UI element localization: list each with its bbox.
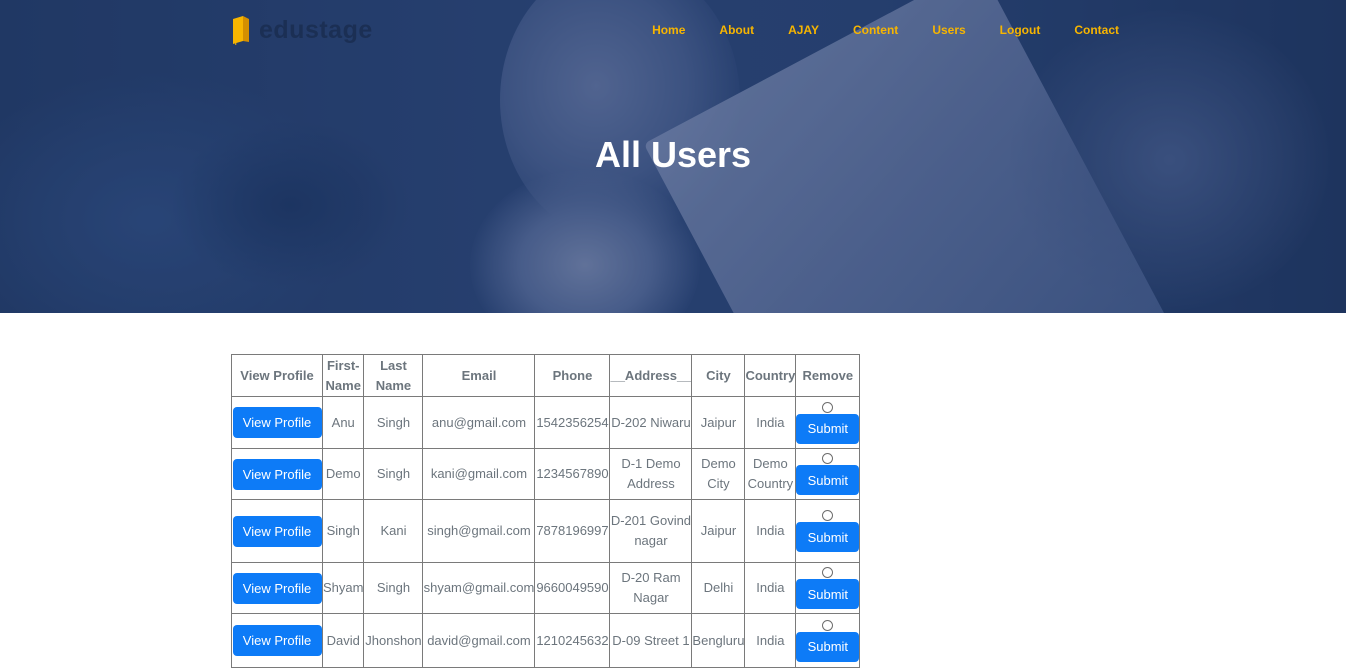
city-cell: Delhi [691,562,746,614]
email-cell: singh@gmail.com [422,499,536,563]
view-profile-button[interactable]: View Profile [232,625,322,656]
remove-cell: Submit [795,396,861,449]
phone-cell: 1234567890 [534,448,611,500]
col-header-last-name: Last Name [363,354,424,397]
phone-cell: 1210245632 [534,613,611,668]
submit-button[interactable]: Submit [796,631,860,662]
city-cell: Bengluru [691,613,746,668]
submit-button[interactable]: Submit [796,522,860,552]
table-row: View Profile Singh Kani singh@gmail.com … [231,499,861,563]
address-cell: D-09 Street 1 [609,613,693,668]
submit-button[interactable]: Submit [796,465,860,495]
remove-cell: Submit [795,613,861,668]
brand-name: edustage [259,15,373,44]
last-name-cell: Singh [363,396,424,449]
remove-cell: Submit [795,562,861,614]
view-profile-button[interactable]: View Profile [232,515,322,547]
view-profile-button[interactable]: View Profile [232,458,322,490]
email-cell: david@gmail.com [422,613,536,668]
phone-cell: 1542356254 [534,396,611,449]
phone-cell: 9660049590 [534,562,611,614]
remove-cell: Submit [795,499,861,563]
remove-radio[interactable] [822,453,834,464]
email-cell: anu@gmail.com [422,396,536,449]
col-header-email: Email [422,354,536,397]
view-cell: View Profile [231,396,323,449]
address-cell: D-1 Demo Address [609,448,693,500]
country-cell: Demo Country [744,448,797,500]
col-header-view-profile: View Profile [231,354,323,397]
email-cell: kani@gmail.com [422,448,536,500]
last-name-cell: Singh [363,448,424,500]
address-cell: D-201 Govind nagar [609,499,693,563]
table-row: View Profile Demo Singh kani@gmail.com 1… [231,448,861,500]
nav-logout[interactable]: Logout [1000,23,1041,37]
submit-button[interactable]: Submit [796,579,860,609]
col-header-address: __Address__ [609,354,693,397]
nav-home[interactable]: Home [652,23,685,37]
address-cell: D-20 Ram Nagar [609,562,693,614]
col-header-city: City [691,354,746,397]
first-name-cell: David [321,613,365,668]
phone-cell: 7878196997 [534,499,611,563]
last-name-cell: Kani [363,499,424,563]
table-row: View Profile Anu Singh anu@gmail.com 154… [231,396,861,449]
city-cell: Demo City [691,448,746,500]
table-header-row: View Profile First-Name Last Name Email … [231,354,861,397]
page-title: All Users [594,134,752,175]
brand-logo[interactable]: edustage [231,15,373,45]
country-cell: India [744,396,797,449]
view-cell: View Profile [231,613,323,668]
city-cell: Jaipur [691,396,746,449]
last-name-cell: Singh [363,562,424,614]
col-header-remove: Remove [795,354,861,397]
col-header-country: Country [744,354,797,397]
remove-radio[interactable] [822,401,834,413]
country-cell: India [744,499,797,563]
nav-about[interactable]: About [719,23,754,37]
view-cell: View Profile [231,499,323,563]
city-cell: Jaipur [691,499,746,563]
country-cell: India [744,613,797,668]
book-icon [231,15,251,45]
first-name-cell: Singh [321,499,365,563]
table-row: View Profile David Jhonshon david@gmail.… [231,613,861,668]
address-cell: D-202 Niwaru [609,396,693,449]
nav-ajay[interactable]: AJAY [788,23,819,37]
main-nav: Home About AJAY Content Users Logout Con… [652,23,1119,37]
col-header-first-name: First-Name [321,354,365,397]
first-name-cell: Demo [321,448,365,500]
table-row: View Profile Shyam Singh shyam@gmail.com… [231,562,861,614]
remove-radio[interactable] [822,619,834,631]
view-cell: View Profile [231,562,323,614]
users-table: View Profile First-Name Last Name Email … [231,354,861,668]
country-cell: India [744,562,797,614]
col-header-phone: Phone [534,354,611,397]
remove-radio[interactable] [822,567,834,578]
email-cell: shyam@gmail.com [422,562,536,614]
first-name-cell: Shyam [321,562,365,614]
nav-users[interactable]: Users [932,23,965,37]
first-name-cell: Anu [321,396,365,449]
remove-cell: Submit [795,448,861,500]
submit-button[interactable]: Submit [796,413,860,444]
view-cell: View Profile [231,448,323,500]
last-name-cell: Jhonshon [363,613,424,668]
hero-banner: edustage Home About AJAY Content Users L… [0,0,1346,313]
view-profile-button[interactable]: View Profile [232,407,322,438]
nav-contact[interactable]: Contact [1074,23,1119,37]
nav-content[interactable]: Content [853,23,898,37]
remove-radio[interactable] [822,510,834,521]
view-profile-button[interactable]: View Profile [232,572,322,604]
